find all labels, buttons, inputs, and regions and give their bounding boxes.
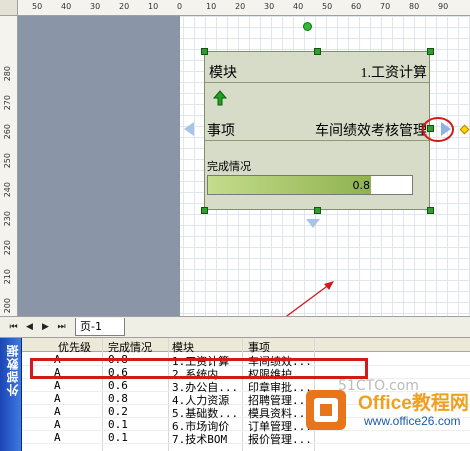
ruler-tick-label: 10: [148, 2, 159, 11]
ruler-tick-label: 90: [438, 2, 449, 11]
item-label: 事项: [207, 124, 235, 139]
connection-point-icon[interactable]: [459, 124, 470, 135]
divider: [205, 82, 429, 83]
status-label: 完成情况: [207, 160, 251, 173]
watermark: 51CTO.com Office教程网 www.office26.com: [300, 372, 470, 451]
module-value: 1.工资计算: [360, 66, 428, 81]
table-cell: 0.2: [108, 405, 128, 418]
table-cell: 0.1: [108, 418, 128, 431]
highlight-circle: [422, 117, 454, 142]
table-cell: 0.6: [108, 379, 128, 392]
ruler-tick-label: 80: [409, 2, 420, 11]
item-value: 车间绩效考核管理: [315, 124, 427, 139]
ruler-tick-label: 50: [32, 2, 43, 11]
ruler-tick-label: 30: [90, 2, 101, 11]
ruler-tick-label: 60: [351, 2, 362, 11]
next-page-icon[interactable]: ▶: [40, 321, 51, 333]
progress-fill: [208, 176, 372, 194]
ruler-tick-label: 270: [3, 95, 12, 111]
selection-handle[interactable]: [201, 48, 208, 55]
ruler-tick-label: 280: [3, 66, 12, 82]
data-graphic-shape[interactable]: 模块 1.工资计算 事项 车间绩效考核管理 完成情况 0.8: [204, 51, 430, 210]
ruler-tick-label: 40: [293, 2, 304, 11]
table-cell: A: [54, 431, 61, 444]
ruler-tick-label: 40: [61, 2, 72, 11]
table-cell: 0.1: [108, 431, 128, 444]
table-cell: A: [54, 405, 61, 418]
ruler-corner: [0, 0, 18, 16]
ruler-tick-label: 20: [119, 2, 130, 11]
table-cell: A: [54, 418, 61, 431]
selection-handle[interactable]: [427, 48, 434, 55]
drawing-canvas[interactable]: 模块 1.工资计算 事项 车间绩效考核管理 完成情况 0.8: [18, 16, 470, 316]
last-page-icon[interactable]: ⏭: [56, 321, 67, 333]
table-cell: 7.技术BOM: [172, 433, 228, 446]
page-tab-bar: ⏮ ◀ ▶ ⏭ 页-1: [0, 316, 470, 338]
selection-handle[interactable]: [314, 207, 321, 214]
selection-handle[interactable]: [314, 48, 321, 55]
table-cell: 0.8: [108, 392, 128, 405]
off-page-area: [18, 16, 180, 316]
ruler-left[interactable]: 280270260250240230220210200190: [0, 16, 18, 316]
ruler-tick-label: 10: [206, 2, 217, 11]
tab-page-1[interactable]: 页-1: [75, 318, 125, 336]
progress-value: 0.8: [352, 179, 371, 192]
ruler-tick-label: 260: [3, 124, 12, 140]
ruler-tick-label: 210: [3, 269, 12, 285]
watermark-site-name: Office教程网: [358, 393, 469, 414]
ruler-tick-label: 50: [322, 2, 333, 11]
divider: [205, 140, 429, 141]
grid-header: 优先级 完成情况 模块 事项: [22, 338, 470, 355]
external-data-titlebar[interactable]: 外部数据: [0, 338, 22, 451]
ruler-top[interactable]: 50 40 30 20 10 0 10 20 30 40 50 60 70 80 90: [18, 0, 470, 16]
prev-page-icon[interactable]: ◀: [24, 321, 35, 333]
column-header-priority[interactable]: 优先级: [58, 339, 91, 355]
ruler-tick-label: 200: [3, 298, 12, 314]
module-label: 模块: [209, 66, 237, 81]
ruler-tick-label: 70: [380, 2, 391, 11]
ruler-tick-label: 250: [3, 153, 12, 169]
ruler-tick-label: 220: [3, 240, 12, 256]
rotation-handle[interactable]: [303, 22, 312, 31]
annotation-arrow-icon: [285, 281, 334, 316]
table-cell: A: [54, 392, 61, 405]
ruler-tick-label: 20: [235, 2, 246, 11]
ruler-tick-label: 240: [3, 182, 12, 198]
progress-bar: 0.8: [207, 175, 413, 195]
up-arrow-icon: [213, 90, 227, 106]
first-page-icon[interactable]: ⏮: [8, 321, 19, 333]
office-logo-icon: [306, 390, 346, 430]
ruler-tick-label: 230: [3, 211, 12, 227]
connect-down-icon[interactable]: [306, 219, 320, 228]
selection-handle[interactable]: [201, 207, 208, 214]
ruler-tick-label: 30: [264, 2, 275, 11]
table-cell: A: [54, 379, 61, 392]
watermark-url: www.office26.com: [364, 414, 461, 428]
external-data-title: 外部数据: [6, 344, 20, 396]
ruler-tick-label: 0: [177, 2, 183, 11]
selection-handle[interactable]: [427, 207, 434, 214]
connect-left-icon[interactable]: [184, 122, 194, 136]
